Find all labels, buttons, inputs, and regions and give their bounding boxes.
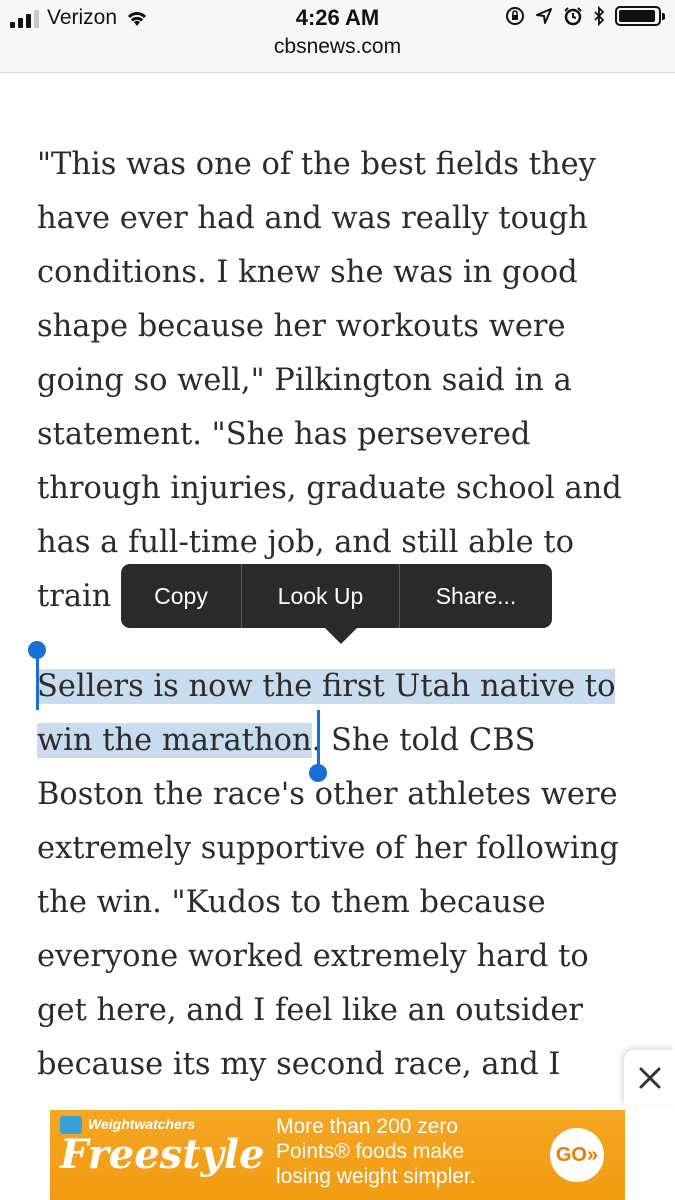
copy-button[interactable]: Copy: [121, 564, 241, 628]
ad-line-3: losing weight simpler.: [276, 1165, 476, 1188]
battery-icon: [615, 6, 665, 26]
ad-line-1: More than 200 zero: [276, 1115, 459, 1138]
orientation-lock-icon: [506, 7, 524, 25]
selection-end-handle[interactable]: [309, 764, 327, 782]
ad-copy: More than 200 zero Points® foods make lo…: [276, 1114, 476, 1189]
ad-brand: Weightwatchers Freestyle: [60, 1116, 265, 1178]
article-text[interactable]: . She told CBS Boston the race's other a…: [37, 723, 619, 1082]
ad-brand-top: Weightwatchers: [88, 1116, 196, 1132]
bluetooth-icon: [594, 6, 605, 26]
ad-brand-main: Freestyle: [60, 1131, 265, 1178]
close-icon: [639, 1067, 660, 1089]
look-up-button[interactable]: Look Up: [242, 564, 399, 628]
selection-start-caret: [36, 656, 39, 710]
edit-callout-menu: Copy Look Up Share...: [121, 564, 552, 628]
status-icons: [505, 6, 665, 26]
url-bar[interactable]: cbsnews.com: [0, 35, 675, 59]
alarm-clock-icon: [564, 7, 582, 26]
callout-pointer: [325, 628, 357, 644]
article-paragraph-sellers[interactable]: Sellers is now the first Utah native to …: [37, 660, 647, 1092]
share-button[interactable]: Share...: [400, 564, 552, 628]
article-paragraph-quote[interactable]: "This was one of the best fields they ha…: [37, 138, 647, 624]
status-bar: Verizon 4:26 AM cbsnews.com: [0, 0, 675, 73]
ad-banner[interactable]: Weightwatchers Freestyle More than 200 z…: [50, 1110, 625, 1200]
ad-line-2: Points® foods make: [276, 1140, 465, 1163]
ad-go-button[interactable]: GO»: [550, 1128, 604, 1182]
selection-end-caret: [317, 710, 320, 766]
location-arrow-icon: [536, 8, 552, 24]
close-ad-button[interactable]: [624, 1050, 675, 1106]
